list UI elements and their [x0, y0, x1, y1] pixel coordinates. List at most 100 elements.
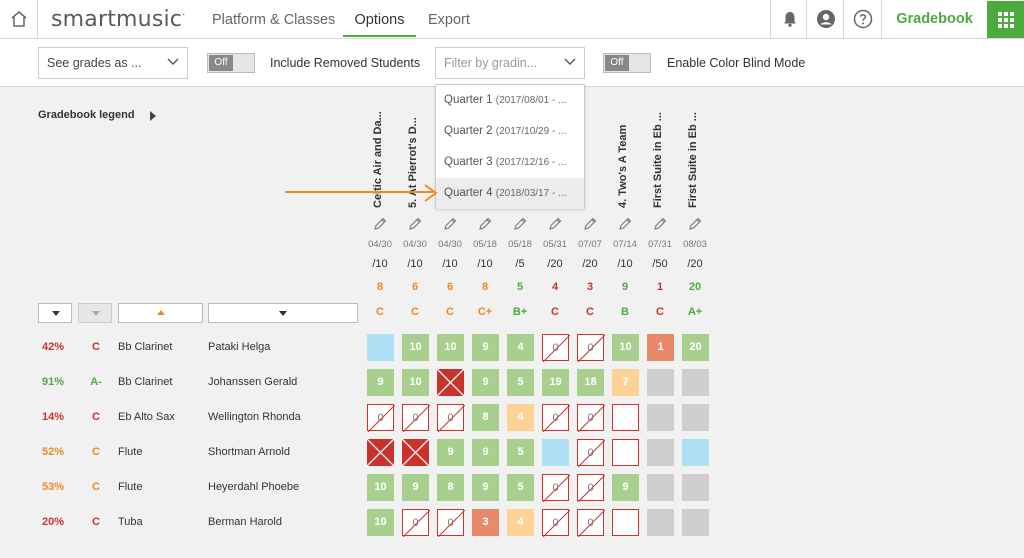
grade-cell[interactable]: 9	[367, 369, 394, 396]
grade-cell[interactable]: 5	[507, 439, 534, 466]
grade-cell[interactable]	[682, 404, 709, 431]
edit-pencil-icon[interactable]	[617, 216, 633, 232]
help-button[interactable]	[843, 0, 881, 38]
grade-cell[interactable]: 0	[437, 404, 465, 432]
student-name[interactable]: Heyerdahl Phoebe	[208, 481, 299, 493]
grade-cell[interactable]	[612, 404, 639, 431]
grade-cell[interactable]: 20	[682, 334, 709, 361]
grade-cell[interactable]	[682, 509, 709, 536]
grade-cell[interactable]: 10	[367, 509, 394, 536]
nav-options[interactable]: Options	[343, 0, 416, 37]
grade-cell[interactable]	[612, 509, 639, 536]
home-button[interactable]	[0, 0, 38, 38]
edit-pencil-icon[interactable]	[372, 216, 388, 232]
grade-cell[interactable]: 0	[542, 509, 570, 537]
grade-cell[interactable]: 0	[577, 509, 605, 537]
include-removed-toggle[interactable]: Off	[207, 53, 255, 73]
grade-cell[interactable]: 9	[472, 439, 499, 466]
pct-sort-filter[interactable]	[38, 303, 72, 323]
grade-cell[interactable]: 8	[437, 474, 464, 501]
edit-pencil-icon[interactable]	[547, 216, 563, 232]
grade-cell[interactable]	[647, 474, 674, 501]
grade-cell[interactable]: 10	[402, 334, 429, 361]
grade-cell[interactable]: 0	[577, 404, 605, 432]
grade-cell[interactable]: 0	[542, 334, 570, 362]
grade-cell[interactable]	[367, 334, 394, 361]
column-title[interactable]: 4. Two's A Team	[617, 98, 635, 208]
grade-cell[interactable]: 10	[612, 334, 639, 361]
edit-pencil-icon[interactable]	[582, 216, 598, 232]
dropdown-item-quarter-2[interactable]: Quarter 2 (2017/10/29 - ...	[436, 116, 584, 147]
grade-cell[interactable]: 8	[472, 404, 499, 431]
grade-cell[interactable]: 9	[472, 474, 499, 501]
grade-cell[interactable]	[402, 439, 429, 466]
grade-cell[interactable]	[682, 439, 709, 466]
grade-cell[interactable]	[367, 439, 394, 466]
column-title[interactable]: First Suite in Eb ...	[652, 98, 670, 208]
grade-cell[interactable]	[647, 509, 674, 536]
grading-period-filter[interactable]: Filter by gradin...	[435, 47, 585, 79]
expand-legend-icon[interactable]	[150, 111, 156, 121]
nav-export[interactable]: Export	[428, 0, 470, 38]
grade-cell[interactable]: 19	[542, 369, 569, 396]
grade-cell[interactable]: 7	[612, 369, 639, 396]
grade-cell[interactable]: 0	[402, 509, 430, 537]
grade-cell[interactable]	[682, 369, 709, 396]
grade-cell[interactable]: 4	[507, 334, 534, 361]
gradebook-legend[interactable]: Gradebook legend	[38, 109, 135, 121]
grade-cell[interactable]: 0	[577, 474, 605, 502]
grade-cell[interactable]: 4	[507, 404, 534, 431]
grade-cell[interactable]: 10	[367, 474, 394, 501]
grade-cell[interactable]: 0	[577, 439, 605, 467]
gradebook-link[interactable]: Gradebook	[881, 0, 987, 38]
student-name[interactable]: Pataki Helga	[208, 341, 270, 353]
dropdown-item-quarter-1[interactable]: Quarter 1 (2017/08/01 - ...	[436, 85, 584, 116]
account-button[interactable]	[806, 0, 844, 38]
grade-cell[interactable]	[647, 369, 674, 396]
grade-cell[interactable]: 0	[542, 474, 570, 502]
grade-cell[interactable]: 9	[437, 439, 464, 466]
grade-cell[interactable]: 0	[542, 404, 570, 432]
edit-pencil-icon[interactable]	[407, 216, 423, 232]
grade-cell[interactable]: 0	[577, 334, 605, 362]
grade-cell[interactable]: 3	[472, 509, 499, 536]
edit-pencil-icon[interactable]	[652, 216, 668, 232]
see-grades-select[interactable]: See grades as ...	[38, 47, 188, 79]
grade-cell[interactable]: 1	[647, 334, 674, 361]
column-title[interactable]: First Suite in Eb ...	[687, 98, 705, 208]
edit-pencil-icon[interactable]	[477, 216, 493, 232]
student-name[interactable]: Shortman Arnold	[208, 446, 290, 458]
grade-cell[interactable]: 5	[507, 474, 534, 501]
grade-cell[interactable]: 9	[402, 474, 429, 501]
grade-cell[interactable]: 0	[367, 404, 395, 432]
dropdown-item-quarter-3[interactable]: Quarter 3 (2017/12/16 - ...	[436, 147, 584, 178]
notifications-button[interactable]	[770, 0, 808, 38]
grade-cell[interactable]: 5	[507, 369, 534, 396]
grade-cell[interactable]: 9	[472, 334, 499, 361]
grade-cell[interactable]: 4	[507, 509, 534, 536]
grade-cell[interactable]: 10	[402, 369, 429, 396]
color-blind-toggle[interactable]: Off	[603, 53, 651, 73]
smartmusic-logo[interactable]: smartmusic.	[51, 7, 185, 32]
grade-cell[interactable]: 9	[472, 369, 499, 396]
nav-platform-classes[interactable]: Platform & Classes	[212, 0, 335, 38]
grade-cell[interactable]: 9	[612, 474, 639, 501]
grade-cell[interactable]	[437, 369, 464, 396]
grade-cell[interactable]	[647, 404, 674, 431]
student-name[interactable]: Wellington Rhonda	[208, 411, 301, 423]
grade-cell[interactable]	[612, 439, 639, 466]
grade-cell[interactable]	[682, 474, 709, 501]
student-name[interactable]: Berman Harold	[208, 516, 282, 528]
grade-cell[interactable]	[542, 439, 569, 466]
instrument-sort-filter[interactable]	[118, 303, 203, 323]
dropdown-item-quarter-4[interactable]: Quarter 4 (2018/03/17 - ...	[436, 178, 584, 209]
edit-pencil-icon[interactable]	[687, 216, 703, 232]
grade-cell[interactable]: 0	[402, 404, 430, 432]
app-grid-button[interactable]	[987, 1, 1024, 38]
edit-pencil-icon[interactable]	[512, 216, 528, 232]
grade-cell[interactable]: 10	[437, 334, 464, 361]
student-name[interactable]: Johanssen Gerald	[208, 376, 297, 388]
grade-cell[interactable]: 0	[437, 509, 465, 537]
grade-cell[interactable]: 18	[577, 369, 604, 396]
student-name-filter[interactable]	[208, 303, 358, 323]
